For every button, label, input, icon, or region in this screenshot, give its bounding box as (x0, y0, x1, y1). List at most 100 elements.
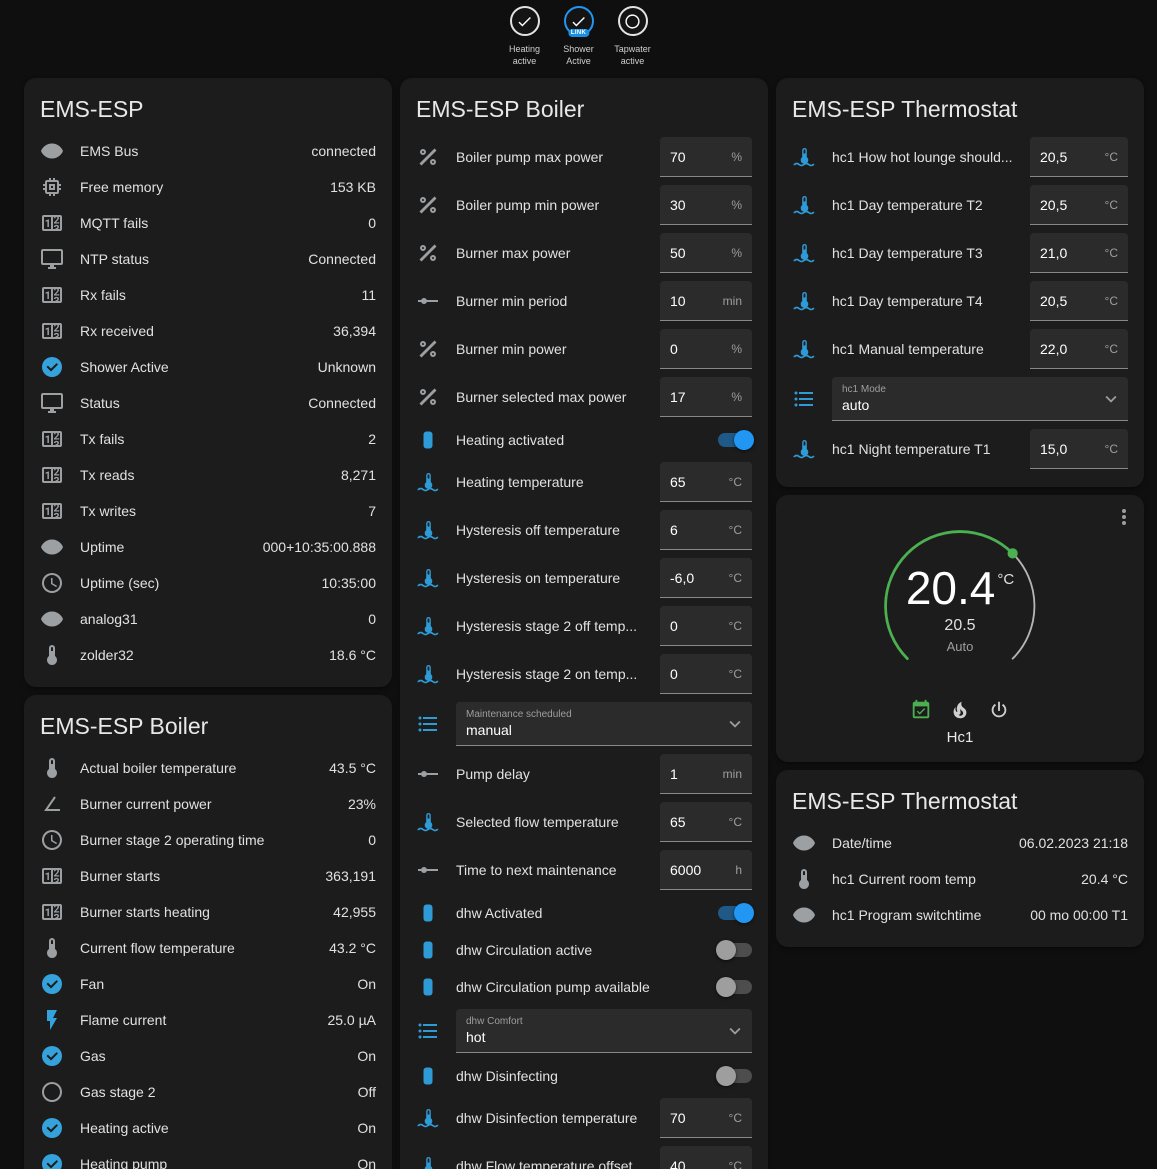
control-row[interactable]: Burner min period 10 min Burner min peri… (416, 277, 752, 325)
number-input[interactable]: 20,5 °C (1030, 185, 1128, 225)
control-row[interactable]: hc1 Manual temperature 22,0 °C hc1 Manua… (792, 325, 1128, 373)
control-row[interactable]: dhw Circulation pump available dhw Circu… (416, 968, 752, 1005)
control-row[interactable]: Hysteresis stage 2 off temp... 0 °C Hyst… (416, 602, 752, 650)
entity-row[interactable]: Rx received 36,394 (40, 313, 376, 349)
number-input[interactable]: 22,0 °C (1030, 329, 1128, 369)
control-row[interactable]: Hysteresis stage 2 on temp... 0 °C Hyste… (416, 650, 752, 698)
number-input[interactable]: 15,0 °C (1030, 429, 1128, 469)
entity-row[interactable]: Tx fails 2 (40, 421, 376, 457)
entity-row[interactable]: Burner starts heating 42,955 (40, 894, 376, 930)
entity-row[interactable]: Shower Active Unknown (40, 349, 376, 385)
entity-row[interactable]: Actual boiler temperature 43.5 °C (40, 750, 376, 786)
control-row[interactable]: Heating activated Heating activated (416, 421, 752, 458)
number-input[interactable]: 10 min (660, 281, 752, 321)
entity-row[interactable]: Fan On (40, 966, 376, 1002)
select-input[interactable]: hc1 Mode auto (832, 377, 1128, 421)
number-input[interactable]: 65 °C (660, 462, 752, 502)
number-input[interactable]: 20,5 °C (1030, 281, 1128, 321)
toggle-switch[interactable] (718, 906, 752, 920)
control-row[interactable]: Maintenance scheduled manual Maintenance… (416, 698, 752, 750)
flame-icon[interactable] (949, 699, 971, 721)
entity-row[interactable]: zolder32 18.6 °C (40, 637, 376, 673)
entity-row[interactable]: Heating active On (40, 1110, 376, 1146)
number-input[interactable]: 40 °C (660, 1146, 752, 1169)
entity-row[interactable]: Heating pump On (40, 1146, 376, 1169)
toggle-switch[interactable] (718, 943, 752, 957)
counter-icon (40, 463, 64, 487)
entity-row[interactable]: Burner stage 2 operating time 0 (40, 822, 376, 858)
entity-row[interactable]: Tx writes 7 (40, 493, 376, 529)
entity-row[interactable]: Burner starts 363,191 (40, 858, 376, 894)
number-input[interactable]: 1 min (660, 754, 752, 794)
entity-row[interactable]: hc1 Program switchtime 00 mo 00:00 T1 (792, 897, 1128, 933)
number-input[interactable]: 0 °C (660, 654, 752, 694)
entity-row[interactable]: Free memory 153 KB (40, 169, 376, 205)
number-input[interactable]: 21,0 °C (1030, 233, 1128, 273)
calendar-check-icon[interactable] (910, 699, 932, 721)
entity-row[interactable]: Status Connected (40, 385, 376, 421)
number-input[interactable]: 70 °C (660, 1098, 752, 1138)
entity-row[interactable]: Flame current 25.0 µA (40, 1002, 376, 1038)
control-row[interactable]: hc1 Day temperature T3 21,0 °C hc1 Day t… (792, 229, 1128, 277)
entity-row[interactable]: analog31 0 (40, 601, 376, 637)
number-input[interactable]: -6,0 °C (660, 558, 752, 598)
toggle-switch[interactable] (718, 980, 752, 994)
control-row[interactable]: Selected flow temperature 65 °C Selected… (416, 798, 752, 846)
control-row[interactable]: dhw Disinfecting dhw Disinfecting (416, 1057, 752, 1094)
control-row[interactable]: Hysteresis off temperature 6 °C Hysteres… (416, 506, 752, 554)
control-row[interactable]: Burner min power 0 % Burner min power 0 (416, 325, 752, 373)
entity-row[interactable]: Gas On (40, 1038, 376, 1074)
control-row[interactable]: hc1 Mode auto hc1 Mode auto (792, 373, 1128, 425)
glance-badge[interactable]: Tapwateractive (610, 6, 656, 72)
control-row[interactable]: hc1 Night temperature T1 15,0 °C hc1 Nig… (792, 425, 1128, 473)
control-row[interactable]: Pump delay 1 min Pump delay 1 (416, 750, 752, 798)
entity-row[interactable]: Rx fails 11 (40, 277, 376, 313)
toggle-switch[interactable] (718, 1069, 752, 1083)
select-input[interactable]: dhw Comfort hot (456, 1009, 752, 1053)
entity-row[interactable]: Tx reads 8,271 (40, 457, 376, 493)
number-input[interactable]: 0 % (660, 329, 752, 369)
control-row[interactable]: Heating temperature 65 °C Heating temper… (416, 458, 752, 506)
entity-row[interactable]: Burner current power 23% (40, 786, 376, 822)
number-input[interactable]: 50 % (660, 233, 752, 273)
entity-row[interactable]: Uptime 000+10:35:00.888 (40, 529, 376, 565)
toggle-switch[interactable] (718, 433, 752, 447)
entity-row[interactable]: hc1 Current room temp 20.4 °C (792, 861, 1128, 897)
entity-row[interactable]: EMS Bus connected (40, 133, 376, 169)
control-row[interactable]: dhw Disinfection temperature 70 °C dhw D… (416, 1094, 752, 1142)
control-row[interactable]: Burner selected max power 17 % Burner se… (416, 373, 752, 421)
number-input[interactable]: 6 °C (660, 510, 752, 550)
number-input[interactable]: 30 % (660, 185, 752, 225)
control-row[interactable]: Boiler pump min power 30 % Boiler pump m… (416, 181, 752, 229)
select-input[interactable]: Maintenance scheduled manual (456, 702, 752, 746)
entity-row[interactable]: NTP status Connected (40, 241, 376, 277)
number-input[interactable]: 70 % (660, 137, 752, 177)
control-row[interactable]: Hysteresis on temperature -6,0 °C Hyster… (416, 554, 752, 602)
control-row[interactable]: dhw Circulation active dhw Circulation a… (416, 931, 752, 968)
entity-row[interactable]: Gas stage 2 Off (40, 1074, 376, 1110)
thermostat-dial[interactable]: 20.4°C 20.5 Auto (867, 513, 1053, 691)
control-row[interactable]: Time to next maintenance 6000 h Time to … (416, 846, 752, 894)
control-row[interactable]: dhw Flow temperature offset 40 °C dhw Fl… (416, 1142, 752, 1169)
control-row[interactable]: Boiler pump max power 70 % Boiler pump m… (416, 133, 752, 181)
entity-row[interactable]: MQTT fails 0 (40, 205, 376, 241)
entity-row[interactable]: Date/time 06.02.2023 21:18 (792, 825, 1128, 861)
control-row[interactable]: Burner max power 50 % Burner max power 5… (416, 229, 752, 277)
control-row[interactable]: dhw Activated dhw Activated (416, 894, 752, 931)
number-input[interactable]: 17 % (660, 377, 752, 417)
number-input[interactable]: 65 °C (660, 802, 752, 842)
control-row[interactable]: hc1 Day temperature T4 20,5 °C hc1 Day t… (792, 277, 1128, 325)
number-input[interactable]: 0 °C (660, 606, 752, 646)
glance-badge[interactable]: Heatingactive (502, 6, 548, 72)
control-row[interactable]: hc1 How hot lounge should... 20,5 °C hc1… (792, 133, 1128, 181)
control-row[interactable]: dhw Comfort hot dhw Comfort hot (416, 1005, 752, 1057)
control-label: Burner max power (456, 245, 660, 261)
entity-row[interactable]: Uptime (sec) 10:35:00 (40, 565, 376, 601)
number-input[interactable]: 20,5 °C (1030, 137, 1128, 177)
control-row[interactable]: hc1 Day temperature T2 20,5 °C hc1 Day t… (792, 181, 1128, 229)
overflow-menu-icon[interactable] (1112, 505, 1136, 529)
entity-row[interactable]: Current flow temperature 43.2 °C (40, 930, 376, 966)
glance-badge[interactable]: LINKShowerActive (556, 6, 602, 72)
power-icon[interactable] (988, 699, 1010, 721)
number-input[interactable]: 6000 h (660, 850, 752, 890)
